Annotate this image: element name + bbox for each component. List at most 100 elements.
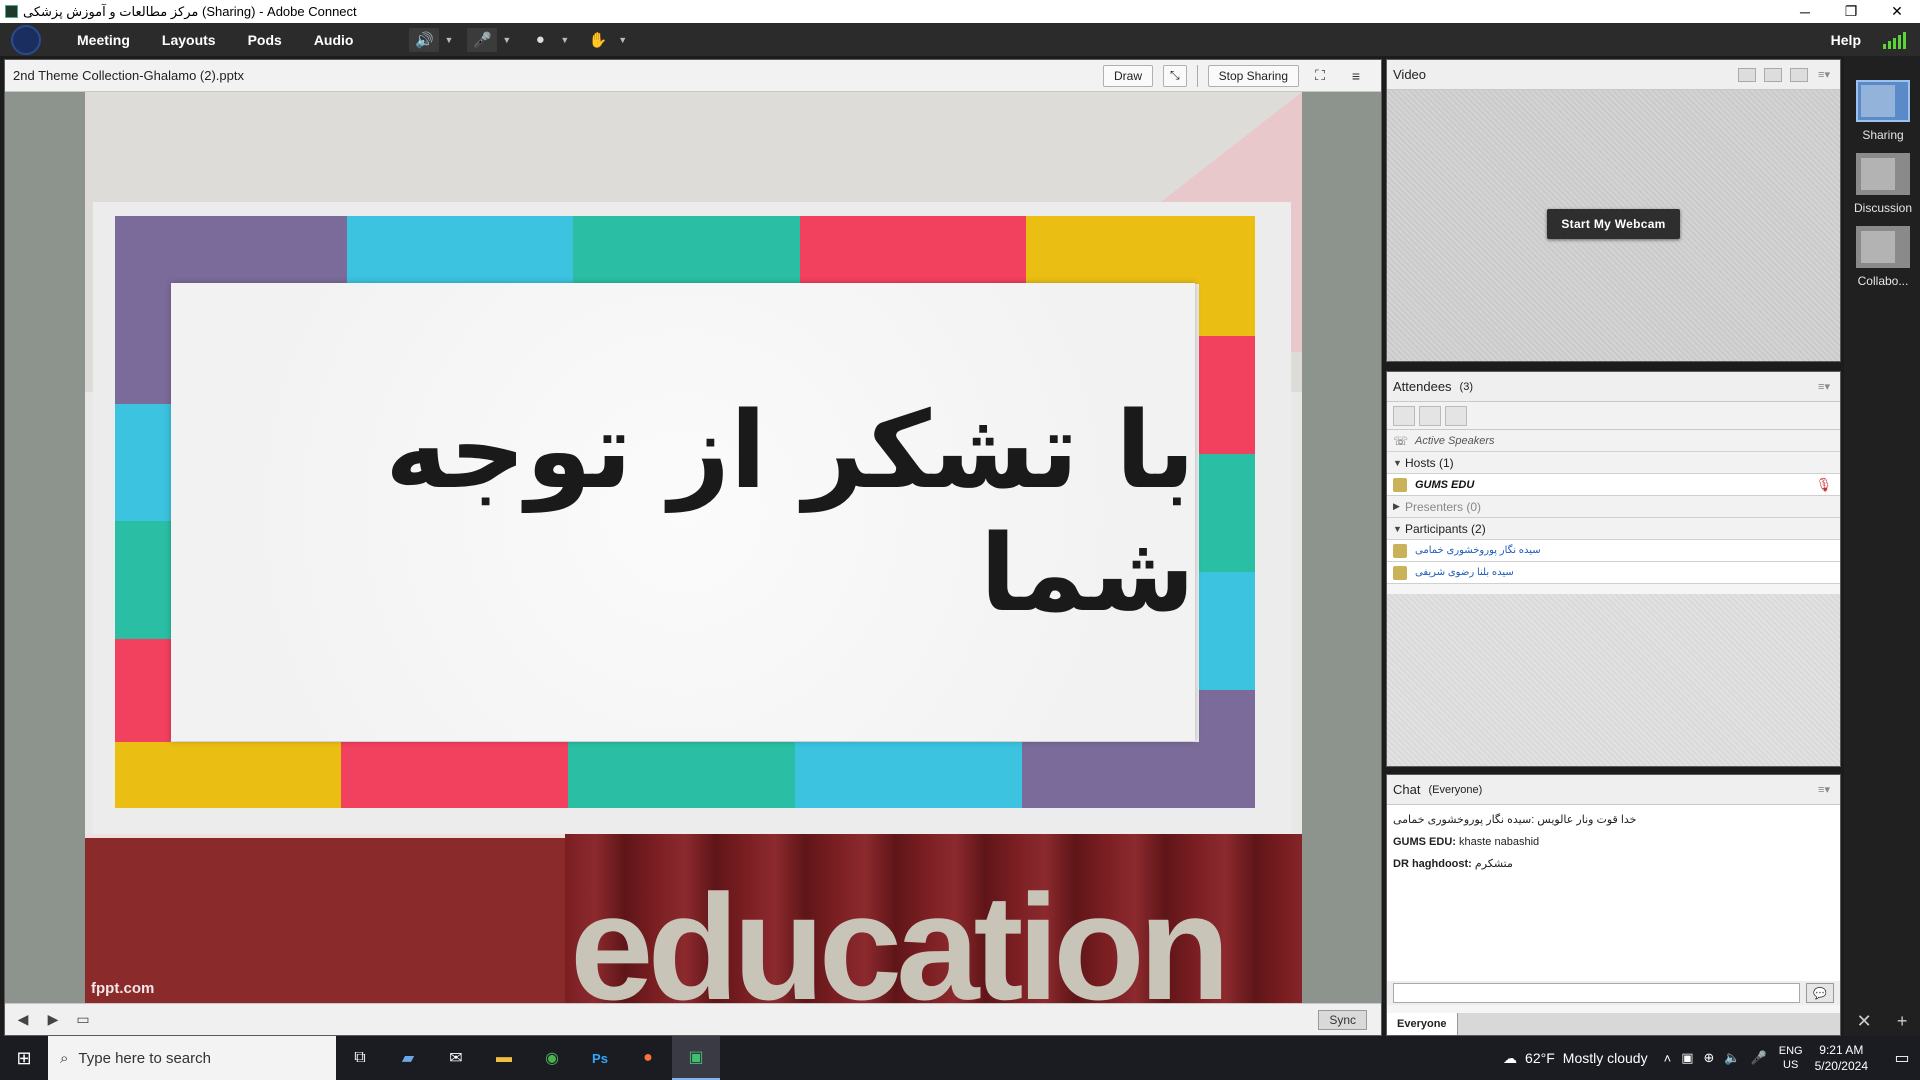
speaker-dropdown-caret[interactable]: ▼ — [444, 35, 453, 45]
menu-audio[interactable]: Audio — [298, 32, 370, 48]
start-webcam-button[interactable]: Start My Webcam — [1547, 209, 1680, 239]
app-icon[interactable]: ▰ — [384, 1036, 432, 1080]
network-icon[interactable]: ⊕ — [1703, 1050, 1714, 1066]
volume-icon[interactable]: 🔈 — [1724, 1050, 1740, 1066]
cloud-icon: ☁ — [1503, 1049, 1518, 1066]
tray-app-icon[interactable]: ▣ — [1681, 1050, 1693, 1066]
layout-collaboration[interactable]: Collabo... — [1854, 226, 1912, 288]
breakout-view-icon[interactable] — [1419, 405, 1441, 426]
chat-title: Chat — [1393, 782, 1421, 797]
presenters-label: Presenters (0) — [1405, 499, 1482, 514]
taskbar-search-box[interactable]: ⌕ Type here to search — [48, 1036, 336, 1080]
share-pod-footer: ◀ ▶ ▭ Sync — [5, 1003, 1381, 1035]
pointer-tool-icon[interactable]: ⤡ — [1163, 64, 1187, 87]
close-layouts-icon[interactable]: ✕ — [1857, 1011, 1872, 1032]
webcam-icon[interactable]: ● — [525, 28, 555, 52]
chat-message: DR haghdoost: متشکرم — [1393, 853, 1834, 875]
add-layout-icon[interactable]: + — [1897, 1011, 1908, 1032]
presentation-slide: با تشکر از توجه شما education fppt.com — [85, 92, 1302, 1003]
webcam-dropdown-caret[interactable]: ▼ — [560, 35, 569, 45]
video-area: Start My Webcam — [1387, 90, 1840, 361]
layout-collaboration-label: Collabo... — [1857, 274, 1909, 288]
raise-hand-control: ✋ ▼ — [583, 28, 627, 52]
task-view-icon[interactable]: ⧉ — [336, 1036, 384, 1080]
file-explorer-icon[interactable]: ▬ — [480, 1036, 528, 1080]
draw-button[interactable]: Draw — [1102, 64, 1153, 87]
help-menu[interactable]: Help — [1831, 32, 1861, 48]
participant-name: سیده بلنا رضوی شریفی — [1415, 567, 1514, 578]
photoshop-icon[interactable]: Ps — [576, 1036, 624, 1080]
share-pod: 2nd Theme Collection-Ghalamo (2).pptx Dr… — [4, 59, 1382, 1036]
participant-row[interactable]: سیده بلنا رضوی شریفی — [1387, 562, 1840, 584]
participants-group-row[interactable]: ▼ Participants (2) — [1387, 518, 1840, 540]
microphone-icon[interactable]: 🎤 — [467, 27, 498, 52]
previous-slide-icon[interactable]: ◀ — [11, 1010, 35, 1030]
show-hidden-icons-icon[interactable]: ˄ — [1664, 1051, 1672, 1066]
grid-view-icon[interactable] — [1738, 67, 1757, 82]
expand-video-icon[interactable] — [1790, 67, 1809, 82]
chat-tab-everyone[interactable]: Everyone — [1387, 1013, 1458, 1035]
hosts-group-row[interactable]: ▼ Hosts (1) — [1387, 452, 1840, 474]
collapse-participants-icon[interactable]: ▼ — [1393, 524, 1405, 534]
layout-sharing-thumbnail — [1856, 80, 1910, 122]
phone-icon: ☏ — [1393, 433, 1409, 448]
slide-thumbnails-icon[interactable]: ▭ — [71, 1010, 95, 1030]
attendees-pod-header: Attendees (3) ≡▾ — [1387, 372, 1840, 402]
input-language[interactable]: ENG US — [1779, 1044, 1803, 1072]
raise-hand-dropdown-caret[interactable]: ▼ — [618, 35, 627, 45]
mail-icon[interactable]: ✉ — [432, 1036, 480, 1080]
search-icon: ⌕ — [60, 1049, 69, 1067]
layout-sharing-label: Sharing — [1862, 128, 1904, 142]
weather-widget[interactable]: ☁ 62°F Mostly cloudy — [1503, 1050, 1648, 1067]
adobe-connect-app-icon — [5, 5, 18, 18]
status-view-icon[interactable] — [1445, 405, 1467, 426]
participant-name: سیده نگار پوروخشوری خمامی — [1415, 545, 1541, 556]
next-slide-icon[interactable]: ▶ — [41, 1010, 65, 1030]
video-pod-menu-icon[interactable]: ≡▾ — [1818, 68, 1830, 81]
layout-discussion-thumbnail — [1856, 153, 1910, 195]
microphone-dropdown-caret[interactable]: ▼ — [502, 35, 511, 45]
send-message-icon[interactable]: 💬 — [1806, 983, 1834, 1003]
chrome-icon[interactable]: ◉ — [528, 1036, 576, 1080]
video-pod-title: Video — [1393, 67, 1427, 82]
collapse-hosts-icon[interactable]: ▼ — [1393, 458, 1405, 468]
menu-pods[interactable]: Pods — [232, 32, 298, 48]
microphone-tray-icon[interactable]: 🎤 — [1751, 1050, 1767, 1066]
sync-button[interactable]: Sync — [1318, 1009, 1367, 1030]
pod-options-menu-icon[interactable]: ≡ — [1345, 65, 1367, 87]
attendees-toolbar — [1387, 402, 1840, 430]
minimize-button[interactable]: ─ — [1782, 0, 1828, 23]
layout-discussion[interactable]: Discussion — [1854, 153, 1912, 215]
host-row[interactable]: GUMS EDU 🎙 — [1387, 474, 1840, 496]
participant-row[interactable]: سیده نگار پوروخشوری خمامی — [1387, 540, 1840, 562]
organization-logo-icon — [11, 24, 41, 55]
raise-hand-icon[interactable]: ✋ — [583, 28, 613, 52]
maximize-button[interactable]: ❐ — [1828, 0, 1874, 23]
video-layout-controls — [1738, 67, 1809, 82]
firefox-icon[interactable]: ● — [624, 1036, 672, 1080]
shared-file-title: 2nd Theme Collection-Ghalamo (2).pptx — [13, 68, 244, 83]
search-placeholder: Type here to search — [78, 1049, 211, 1067]
filmstrip-view-icon[interactable] — [1764, 67, 1783, 82]
layout-sharing[interactable]: Sharing — [1854, 80, 1912, 142]
attendees-menu-icon[interactable]: ≡▾ — [1818, 380, 1830, 393]
stop-sharing-button[interactable]: Stop Sharing — [1207, 64, 1299, 87]
speaker-icon[interactable]: 🔊 — [409, 27, 440, 52]
chat-sender: DR haghdoost: — [1393, 858, 1472, 870]
chat-menu-icon[interactable]: ≡▾ — [1818, 783, 1830, 796]
expand-presenters-icon[interactable]: ▶ — [1393, 501, 1405, 512]
share-pod-header: 2nd Theme Collection-Ghalamo (2).pptx Dr… — [5, 60, 1381, 92]
windows-start-icon[interactable]: ⊞ — [0, 1036, 48, 1080]
attendees-pod: Attendees (3) ≡▾ ☏ Active Speakers ▼ Hos… — [1386, 371, 1841, 767]
menu-meeting[interactable]: Meeting — [61, 32, 146, 48]
adobe-connect-taskbar-icon[interactable]: ▣ — [672, 1036, 720, 1080]
notifications-icon[interactable]: ▭ — [1884, 1048, 1920, 1068]
fullscreen-icon[interactable]: ⛶ — [1309, 65, 1331, 87]
menu-layouts[interactable]: Layouts — [146, 32, 232, 48]
taskbar-clock[interactable]: 9:21 AM 5/20/2024 — [1815, 1042, 1868, 1074]
close-button[interactable]: ✕ — [1874, 0, 1920, 23]
chat-message-input[interactable] — [1393, 983, 1800, 1003]
presenters-group-row[interactable]: ▶ Presenters (0) — [1387, 496, 1840, 518]
list-view-icon[interactable] — [1393, 405, 1415, 426]
chat-input-row: 💬 — [1387, 981, 1840, 1005]
